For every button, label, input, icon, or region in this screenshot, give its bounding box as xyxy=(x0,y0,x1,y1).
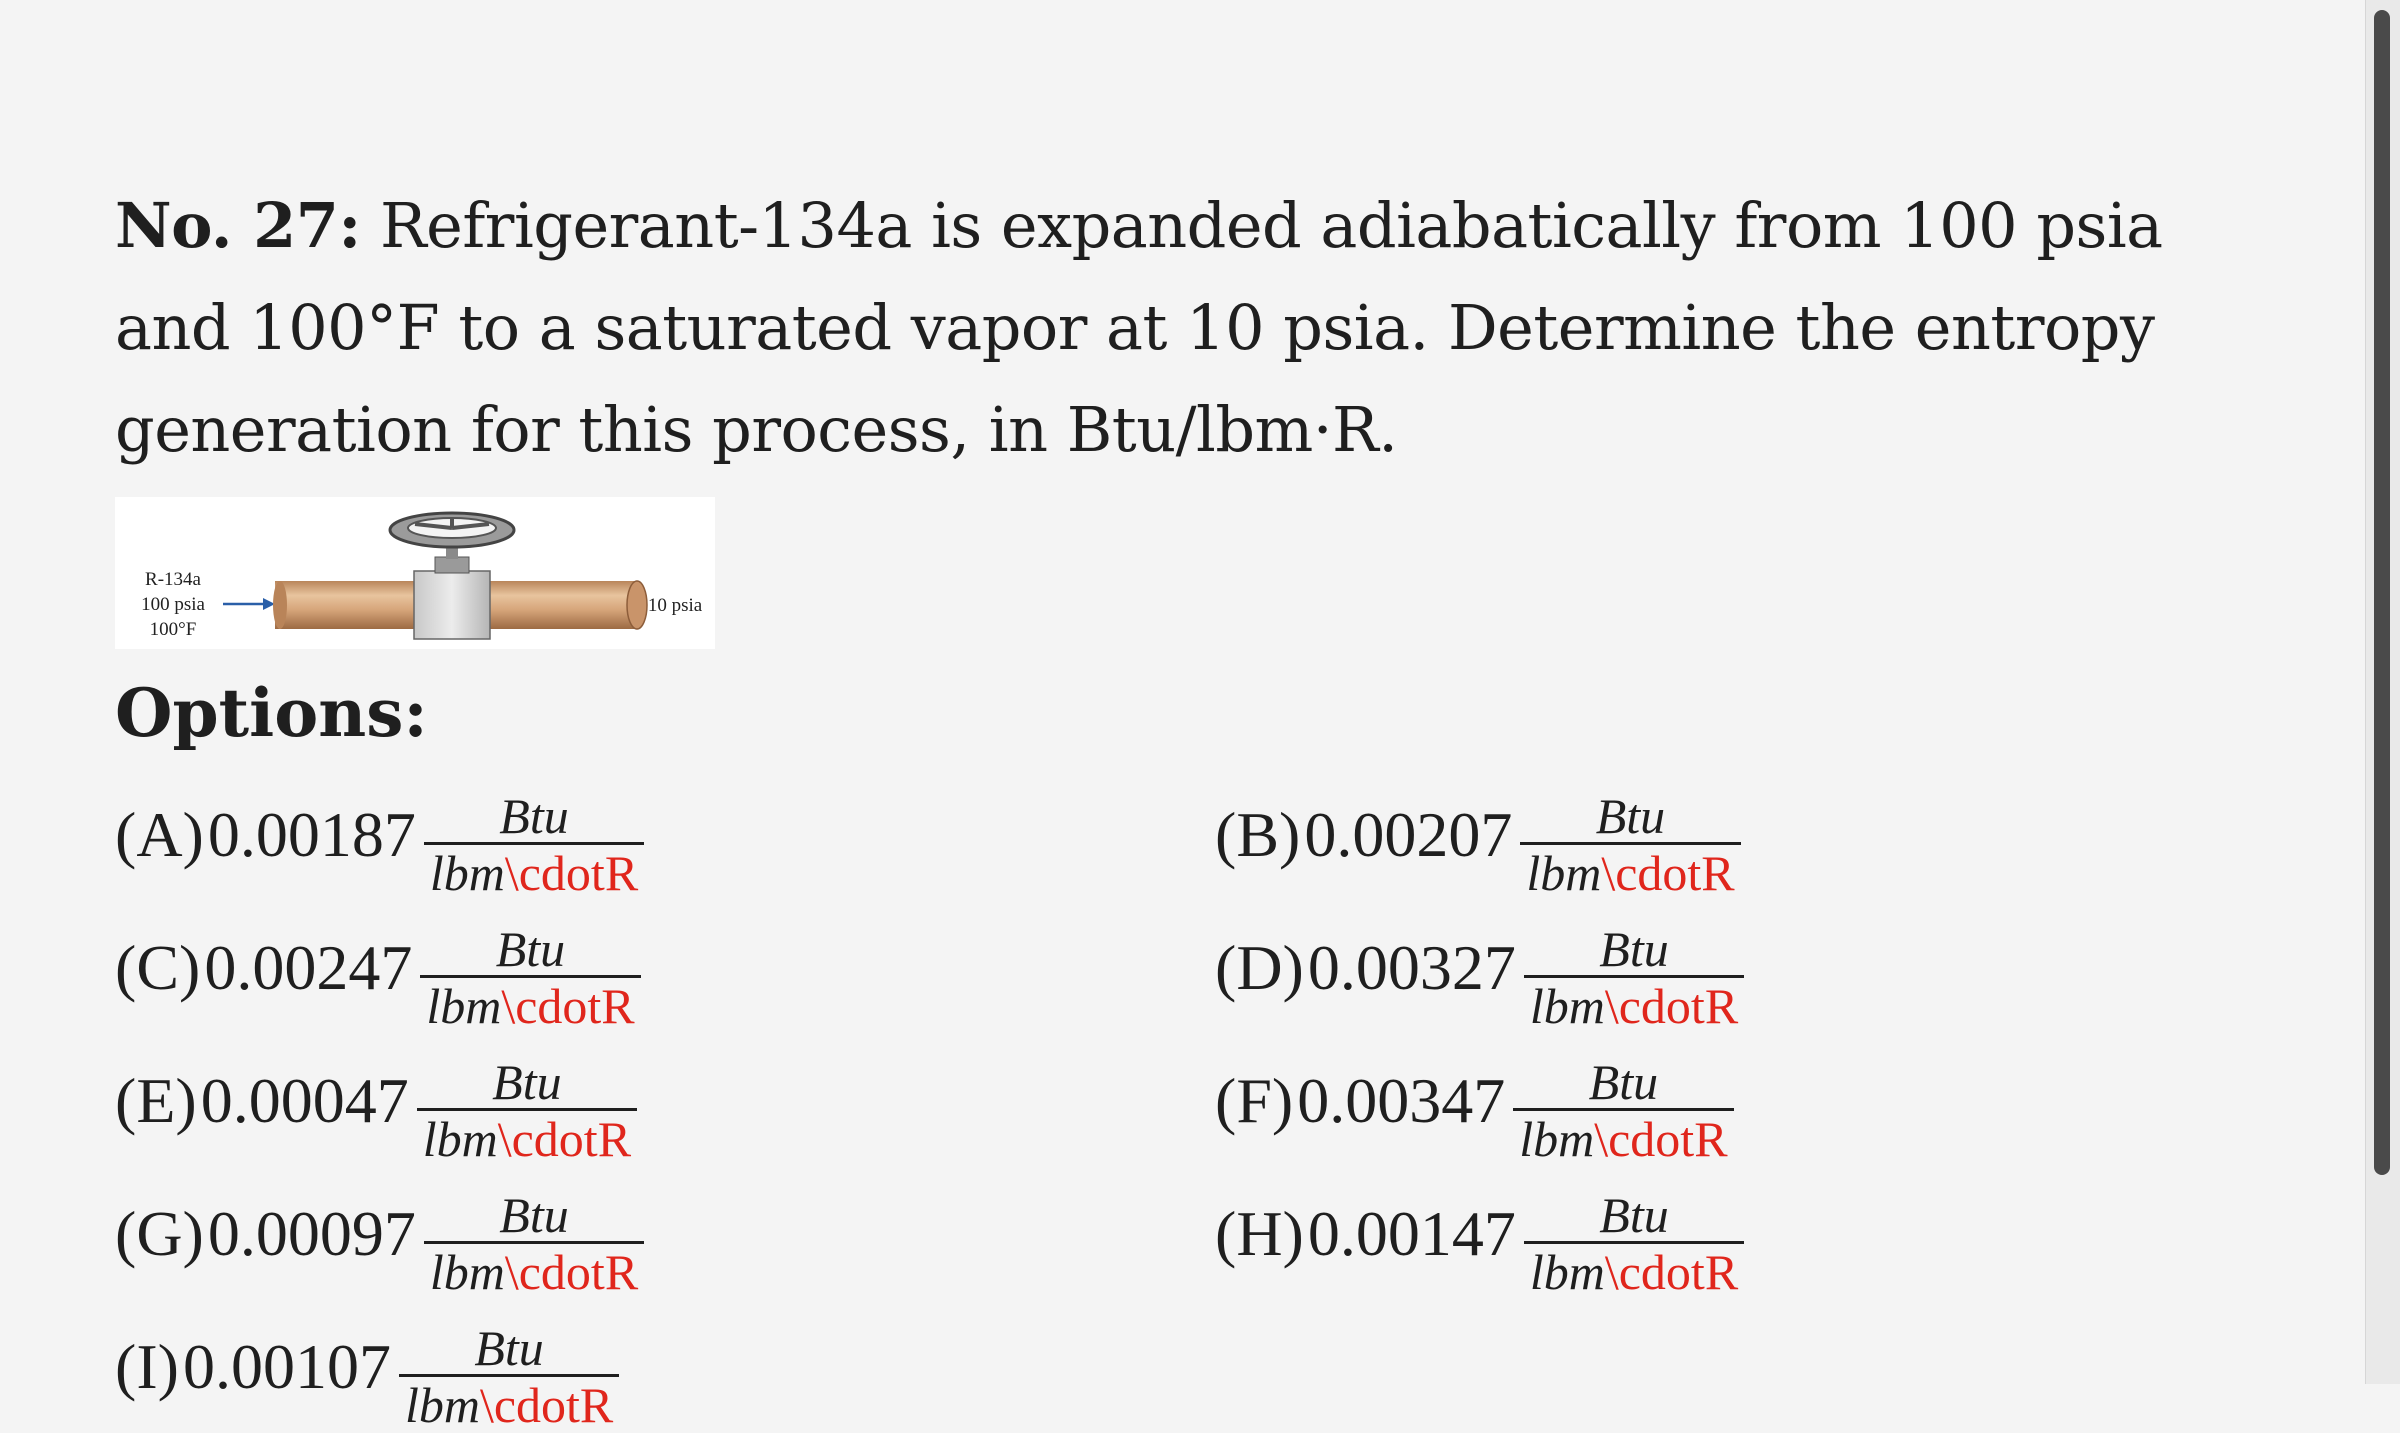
option-letter: (D) xyxy=(1215,932,1304,1003)
option-h[interactable]: (H) 0.00147 Btu lbm\cdotR xyxy=(1215,1174,1745,1300)
option-b[interactable]: (B) 0.00207 Btu lbm\cdotR xyxy=(1215,775,1741,901)
option-letter: (I) xyxy=(115,1331,179,1402)
unit-denominator: lbm\cdotR xyxy=(1520,845,1740,901)
option-value: 0.00097 xyxy=(207,1198,416,1269)
option-value: 0.00207 xyxy=(1304,799,1513,870)
unit-denominator-mass: lbm xyxy=(429,844,505,901)
latex-error-text: \cdotR xyxy=(1604,1243,1739,1300)
unit-fraction: Btu lbm\cdotR xyxy=(423,787,645,901)
scrollbar-thumb[interactable] xyxy=(2374,10,2390,1175)
latex-error-text: \cdotR xyxy=(501,977,635,1034)
option-letter: (F) xyxy=(1215,1065,1294,1136)
option-f[interactable]: (F) 0.00347 Btu lbm\cdotR xyxy=(1215,1041,1734,1167)
unit-numerator: Btu xyxy=(1599,1186,1669,1243)
question-content: No. 27: Refrigerant-134a is expanded adi… xyxy=(115,175,2275,1433)
unit-numerator: Btu xyxy=(492,1053,562,1110)
option-value: 0.00327 xyxy=(1307,932,1516,1003)
latex-error-text: \cdotR xyxy=(504,1243,639,1300)
valve-figure: R-134a 100 psia 100°F 10 psia xyxy=(115,497,715,649)
question-body: Refrigerant-134a is expanded adiabatical… xyxy=(115,189,2163,466)
option-letter: (E) xyxy=(115,1065,197,1136)
latex-error-text: \cdotR xyxy=(479,1376,614,1433)
unit-numerator: Btu xyxy=(499,787,569,844)
inlet-pressure-label: 100 psia xyxy=(141,594,205,615)
option-value: 0.00147 xyxy=(1307,1198,1516,1269)
valve-bonnet xyxy=(434,556,470,574)
unit-fraction: Btu lbm\cdotR xyxy=(1523,920,1745,1034)
option-value: 0.00107 xyxy=(182,1331,391,1402)
unit-denominator: lbm\cdotR xyxy=(417,1111,637,1167)
throttling-valve-diagram: R-134a 100 psia 100°F 10 psia xyxy=(141,511,703,640)
unit-denominator-mass: lbm xyxy=(422,1110,498,1167)
unit-numerator: Btu xyxy=(1595,787,1666,844)
latex-error-text: \cdotR xyxy=(1594,1110,1728,1167)
unit-denominator-mass: lbm xyxy=(1519,1110,1595,1167)
unit-denominator: lbm\cdotR xyxy=(399,1377,619,1433)
unit-denominator: lbm\cdotR xyxy=(1524,1244,1744,1300)
option-letter: (B) xyxy=(1215,799,1301,870)
unit-denominator-mass: lbm xyxy=(429,1243,505,1300)
unit-fraction: Btu lbm\cdotR xyxy=(423,1186,645,1300)
unit-denominator: lbm\cdotR xyxy=(424,845,644,901)
option-letter: (H) xyxy=(1215,1198,1304,1269)
inlet-fluid-label: R-134a xyxy=(145,569,202,590)
option-d[interactable]: (D) 0.00327 Btu lbm\cdotR xyxy=(1215,908,1745,1034)
option-c[interactable]: (C) 0.00247 Btu lbm\cdotR xyxy=(115,908,641,1034)
unit-denominator-mass: lbm xyxy=(1529,1243,1605,1300)
latex-error-text: \cdotR xyxy=(504,844,639,901)
option-i[interactable]: (I) 0.00107 Btu lbm\cdotR xyxy=(115,1307,620,1433)
unit-numerator: Btu xyxy=(1588,1053,1659,1110)
option-a[interactable]: (A) 0.00187 Btu lbm\cdotR xyxy=(115,775,645,901)
unit-denominator-mass: lbm xyxy=(1529,977,1605,1034)
option-value: 0.00047 xyxy=(200,1065,409,1136)
unit-numerator: Btu xyxy=(474,1319,544,1376)
unit-denominator: lbm\cdotR xyxy=(420,978,640,1034)
unit-numerator: Btu xyxy=(495,920,566,977)
latex-error-text: \cdotR xyxy=(497,1110,632,1167)
option-letter: (G) xyxy=(115,1198,204,1269)
latex-error-text: \cdotR xyxy=(1604,977,1739,1034)
unit-denominator-mass: lbm xyxy=(404,1376,480,1433)
question-number: No. 27: xyxy=(115,189,361,262)
unit-fraction: Btu lbm\cdotR xyxy=(1523,1186,1745,1300)
pipe-end xyxy=(626,580,648,630)
vertical-scrollbar[interactable] xyxy=(2365,0,2400,1384)
latex-error-text: \cdotR xyxy=(1601,844,1735,901)
pipe-start xyxy=(273,581,287,629)
unit-numerator: Btu xyxy=(499,1186,569,1243)
inlet-temperature-label: 100°F xyxy=(150,619,197,640)
option-letter: (C) xyxy=(115,932,201,1003)
unit-fraction: Btu lbm\cdotR xyxy=(1520,787,1741,901)
unit-denominator: lbm\cdotR xyxy=(1513,1111,1733,1167)
unit-denominator-mass: lbm xyxy=(1526,844,1602,901)
option-g[interactable]: (G) 0.00097 Btu lbm\cdotR xyxy=(115,1174,645,1300)
option-value: 0.00187 xyxy=(207,799,416,870)
option-value: 0.00247 xyxy=(204,932,413,1003)
unit-denominator: lbm\cdotR xyxy=(424,1244,644,1300)
unit-numerator: Btu xyxy=(1599,920,1669,977)
unit-denominator: lbm\cdotR xyxy=(1524,978,1744,1034)
unit-fraction: Btu lbm\cdotR xyxy=(398,1319,620,1433)
outlet-pressure-label: 10 psia xyxy=(648,595,703,616)
unit-fraction: Btu lbm\cdotR xyxy=(416,1053,638,1167)
unit-fraction: Btu lbm\cdotR xyxy=(420,920,641,1034)
option-letter: (A) xyxy=(115,799,204,870)
valve-body xyxy=(413,570,491,640)
option-value: 0.00347 xyxy=(1297,1065,1506,1136)
unit-denominator-mass: lbm xyxy=(426,977,502,1034)
option-e[interactable]: (E) 0.00047 Btu lbm\cdotR xyxy=(115,1041,638,1167)
options-heading: Options: xyxy=(115,674,428,752)
unit-fraction: Btu lbm\cdotR xyxy=(1513,1053,1734,1167)
question-text: No. 27: Refrigerant-134a is expanded adi… xyxy=(115,175,2275,481)
